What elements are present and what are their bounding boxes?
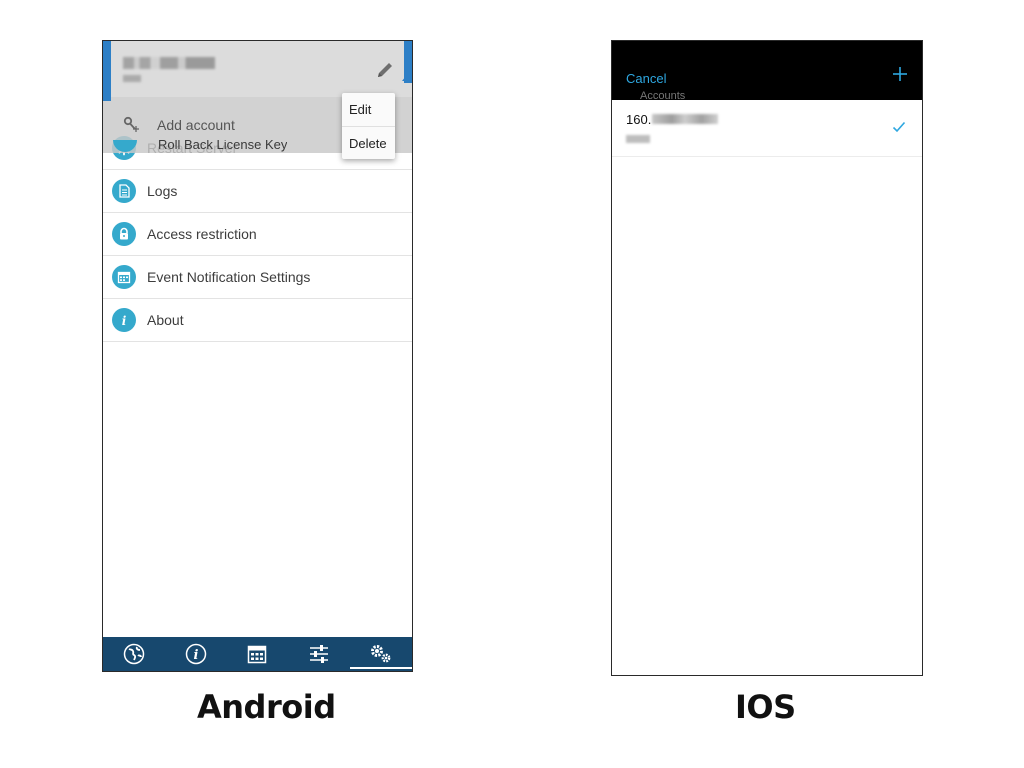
edit-menu-item[interactable]: Edit [342,93,395,126]
plus-icon[interactable] [892,66,908,82]
settings-item-label: Logs [147,183,178,199]
settings-item-label: Event Notification Settings [147,269,311,285]
account-sub-redacted [123,75,141,82]
tab-globe[interactable] [103,637,165,671]
gears-icon [371,645,391,663]
account-popup-menu: Edit Delete [342,93,395,159]
svg-text:i: i [193,648,198,663]
pencil-icon[interactable] [374,59,396,81]
calendar-icon [248,645,267,664]
account-header [103,41,412,97]
add-account-label: Add account [157,117,235,133]
settings-item-label: About [147,312,184,328]
account-ip-redacted [652,114,718,124]
header-accent-left [103,41,111,101]
tab-calendar[interactable] [227,637,289,671]
account-name-redacted [123,57,215,69]
sliders-icon [310,645,329,663]
bottom-navigation: i [103,637,412,671]
account-row[interactable]: 160. [612,100,922,157]
info-icon: i [112,308,136,332]
settings-item-logs[interactable]: Logs [103,170,412,213]
account-sub-redacted [626,135,650,143]
ios-phone: Cancel Accounts 160. [611,40,923,676]
android-phone: Restart Server Logs Access restriction E… [102,40,413,672]
tab-sliders[interactable] [288,637,350,671]
calendar-icon [112,265,136,289]
cancel-button[interactable]: Cancel [626,71,666,86]
dropdown-corner-icon [402,71,410,81]
ios-caption: IOS [735,688,796,726]
settings-item-about[interactable]: i About [103,299,412,342]
add-account-button[interactable]: Add account [121,115,235,135]
tab-settings[interactable] [350,637,412,671]
checkmark-icon [892,121,906,133]
globe-icon [123,643,145,665]
lock-icon [112,222,136,246]
account-ip: 160. [626,112,652,127]
tab-info[interactable]: i [165,637,227,671]
settings-item-label: Roll Back License Key [158,140,288,152]
add-key-icon [123,116,139,132]
info-icon: i [185,643,206,665]
delete-menu-item[interactable]: Delete [342,126,395,159]
settings-item-label: Access restriction [147,226,257,242]
android-caption: Android [197,688,336,726]
settings-item-event-notification[interactable]: Event Notification Settings [103,256,412,299]
settings-item-access-restriction[interactable]: Access restriction [103,213,412,256]
svg-text:i: i [122,314,127,327]
document-icon [112,179,136,203]
roll-back-icon [113,140,137,152]
settings-item-roll-back-license[interactable]: Roll Back License Key [113,140,287,153]
